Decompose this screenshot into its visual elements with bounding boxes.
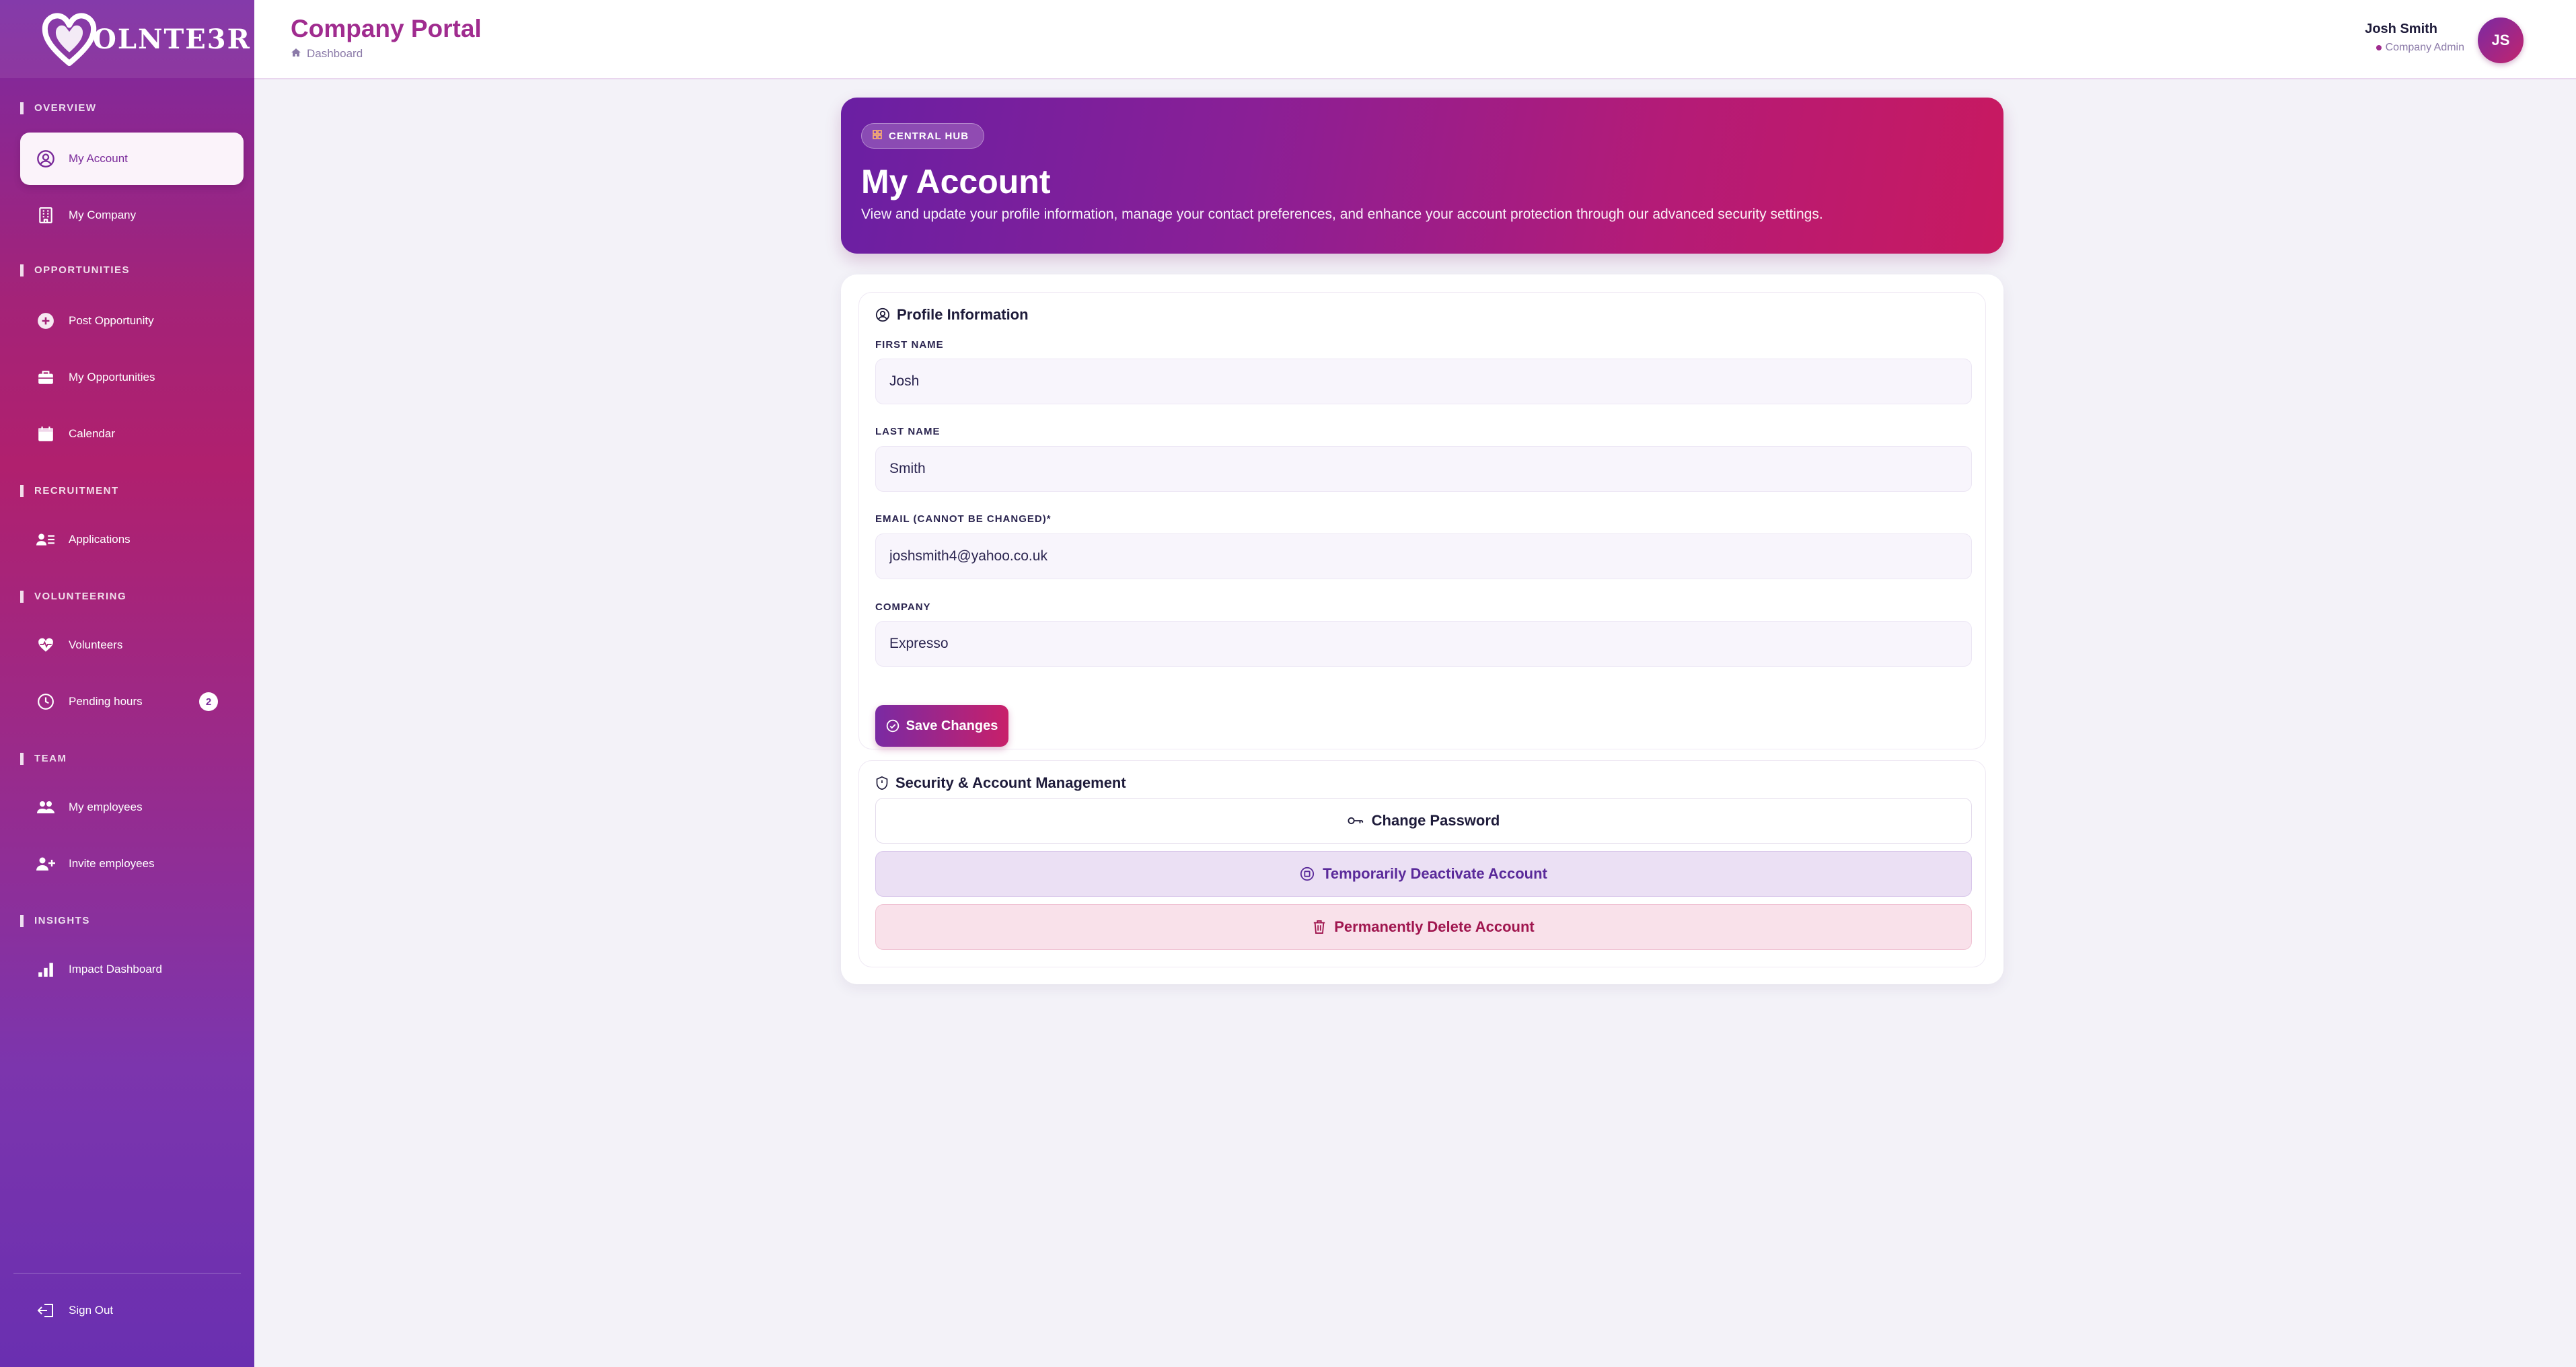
profile-title-text: Profile Information (897, 306, 1029, 323)
user-list-icon (36, 530, 55, 549)
heart-pulse-icon (36, 636, 55, 655)
nav-section-opportunities: OPPORTUNITIES (20, 264, 130, 276)
home-icon (291, 47, 301, 61)
sidebar-item-my-opportunities[interactable]: My Opportunities (20, 351, 244, 404)
profile-panel-title: Profile Information (875, 306, 1029, 324)
sidebar-item-label: Calendar (69, 427, 115, 440)
last-name-label: LAST NAME (875, 426, 941, 437)
user-circle-icon (36, 149, 55, 168)
hero-badge: CENTRAL HUB (861, 123, 985, 149)
sidebar: OLNTE3R OVERVIEW My Account My Company O… (0, 0, 254, 1367)
deactivate-account-label: Temporarily Deactivate Account (1323, 865, 1547, 882)
sidebar-item-label: Impact Dashboard (69, 963, 162, 975)
user-role-label: Company Admin (2385, 42, 2464, 53)
sign-out-button[interactable]: Sign Out (20, 1284, 244, 1337)
sign-out-label: Sign Out (69, 1304, 114, 1317)
profile-panel: Profile Information FIRST NAME LAST NAME… (858, 292, 1986, 749)
sidebar-item-my-account[interactable]: My Account (20, 133, 244, 185)
sidebar-item-label: My Account (69, 152, 128, 165)
sign-out-icon (36, 1301, 55, 1320)
logo-text: OLNTE3R (93, 23, 251, 55)
nav-section-volunteering: VOLUNTEERING (20, 591, 126, 603)
top-header: Company Portal Dashboard Josh Smith Comp… (254, 0, 2576, 79)
pause-circle-icon (1300, 866, 1315, 881)
breadcrumb[interactable]: Dashboard (291, 47, 363, 61)
bar-chart-icon (36, 960, 55, 979)
save-button[interactable]: Save Changes (875, 705, 1008, 747)
sidebar-item-calendar[interactable]: Calendar (20, 408, 244, 460)
logo[interactable]: OLNTE3R (0, 0, 254, 78)
shield-icon (875, 776, 889, 790)
trash-icon (1313, 920, 1326, 934)
user-role: Company Admin (2376, 42, 2464, 54)
sidebar-item-my-company[interactable]: My Company (20, 189, 244, 242)
user-circle-icon (875, 307, 890, 322)
hero-badge-label: CENTRAL HUB (889, 130, 969, 142)
nav-section-overview: OVERVIEW (20, 102, 97, 114)
hero-banner: CENTRAL HUB My Account View and update y… (841, 98, 2003, 254)
sidebar-item-label: Applications (69, 533, 131, 546)
delete-account-label: Permanently Delete Account (1334, 918, 1535, 935)
change-password-button[interactable]: Change Password (875, 798, 1972, 844)
sidebar-item-volunteers[interactable]: Volunteers (20, 619, 244, 671)
role-dot-icon (2376, 45, 2382, 50)
change-password-label: Change Password (1371, 812, 1500, 829)
hero-description: View and update your profile information… (861, 207, 1823, 222)
sidebar-item-applications[interactable]: Applications (20, 513, 244, 566)
users-icon (36, 798, 55, 817)
breadcrumb-dashboard[interactable]: Dashboard (307, 47, 363, 61)
pending-count-badge: 2 (199, 692, 218, 711)
nav-section-team: TEAM (20, 753, 67, 765)
sidebar-item-label: Pending hours (69, 695, 143, 708)
sidebar-item-post-opportunity[interactable]: Post Opportunity (20, 295, 244, 347)
save-button-label: Save Changes (906, 718, 998, 733)
security-title-text: Security & Account Management (895, 774, 1126, 791)
avatar[interactable]: JS (2478, 17, 2524, 63)
first-name-label: FIRST NAME (875, 339, 944, 350)
email-field[interactable] (875, 533, 1972, 579)
clock-icon (36, 692, 55, 711)
key-icon (1348, 816, 1364, 825)
building-icon (36, 206, 55, 225)
sidebar-item-label: Volunteers (69, 638, 123, 651)
sidebar-item-impact-dashboard[interactable]: Impact Dashboard (20, 943, 244, 996)
company-label: COMPANY (875, 601, 931, 613)
security-panel: Security & Account Management Change Pas… (858, 760, 1986, 967)
hero-title: My Account (861, 163, 1051, 200)
email-label: EMAIL (CANNOT BE CHANGED)* (875, 513, 1052, 525)
nav-section-recruitment: RECRUITMENT (20, 485, 119, 497)
first-name-input[interactable] (875, 359, 1972, 404)
security-panel-title: Security & Account Management (875, 774, 1126, 792)
check-circle-icon (886, 719, 899, 733)
sidebar-item-label: My Company (69, 209, 137, 221)
user-plus-icon (36, 854, 55, 873)
page-title: Company Portal (291, 15, 482, 42)
sidebar-item-my-employees[interactable]: My employees (20, 781, 244, 834)
company-input[interactable] (875, 621, 1972, 667)
plus-circle-icon (36, 311, 55, 330)
sidebar-item-invite-employees[interactable]: Invite employees (20, 838, 244, 890)
sidebar-item-label: My employees (69, 801, 143, 813)
delete-account-button[interactable]: Permanently Delete Account (875, 904, 1972, 950)
sidebar-item-pending-hours[interactable]: Pending hours 2 (20, 675, 244, 728)
user-name: Josh Smith (2365, 22, 2437, 36)
last-name-input[interactable] (875, 446, 1972, 492)
sidebar-item-label: Post Opportunity (69, 314, 154, 327)
grid-icon (873, 130, 882, 142)
heart-logo-icon (42, 13, 97, 67)
briefcase-icon (36, 368, 55, 387)
sidebar-item-label: My Opportunities (69, 371, 155, 383)
deactivate-account-button[interactable]: Temporarily Deactivate Account (875, 851, 1972, 897)
calendar-icon (36, 424, 55, 443)
account-card: Profile Information FIRST NAME LAST NAME… (841, 274, 2003, 984)
sidebar-item-label: Invite employees (69, 857, 155, 870)
nav-section-insights: INSIGHTS (20, 915, 90, 927)
